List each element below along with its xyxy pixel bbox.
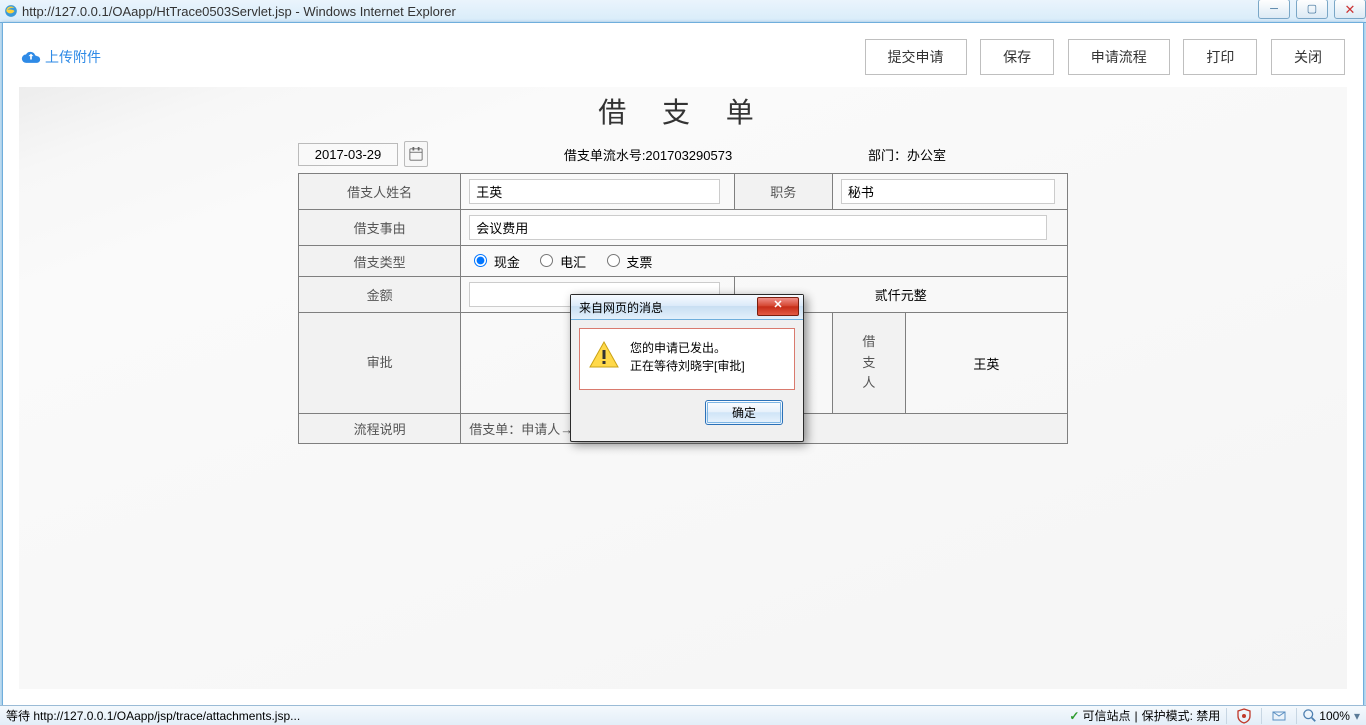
upload-attachment-button[interactable]: 上传附件 [21,47,101,67]
type-label: 借支类型 [299,246,461,277]
message-dialog: 来自网页的消息 ✕ 您的申请已发出。 正在等待刘晓宇[审批] 确定 [570,294,804,442]
calendar-icon [409,147,423,161]
process-button[interactable]: 申请流程 [1068,39,1170,75]
dialog-title-bar[interactable]: 来自网页的消息 ✕ [571,295,803,320]
status-bar: 等待 http://127.0.0.1/OAapp/jsp/trace/atta… [0,705,1366,725]
type-wire-radio[interactable]: 电汇 [535,255,586,270]
maximize-button[interactable]: ▢ [1296,0,1328,19]
print-button[interactable]: 打印 [1183,39,1257,75]
close-button[interactable]: 关闭 [1271,39,1345,75]
cloud-upload-icon [21,49,41,65]
type-check-radio[interactable]: 支票 [602,255,653,270]
minimize-button[interactable]: ─ [1258,0,1290,19]
compat-icon[interactable] [1271,708,1287,724]
zoom-value: 100% [1319,709,1350,723]
calendar-button[interactable] [404,141,428,167]
approve-label: 审批 [299,313,461,414]
reason-input[interactable] [469,215,1047,240]
borrower-value: 王英 [905,313,1067,414]
borrower-label: 借支人 [832,313,905,414]
date-input[interactable]: 2017-03-29 [298,143,398,166]
serial-number: 借支单流水号:201703290573 [428,145,868,164]
zoom-icon [1303,709,1317,723]
dialog-title: 来自网页的消息 [579,299,663,316]
action-buttons: 提交申请 保存 申请流程 打印 关闭 [855,39,1346,75]
name-input[interactable] [469,179,720,204]
upload-label: 上传附件 [45,47,101,67]
browser-title-bar: http://127.0.0.1/OAapp/HtTrace0503Servle… [0,0,1366,23]
position-label: 职务 [734,174,832,210]
window-controls: ─ ▢ ✕ [1252,0,1366,19]
protected-mode: 保护模式: 禁用 [1142,707,1221,724]
type-cash-radio[interactable]: 现金 [469,255,520,270]
submit-button[interactable]: 提交申请 [865,39,967,75]
window-title: http://127.0.0.1/OAapp/HtTrace0503Servle… [22,4,456,19]
department-label: 部门：办公室 [868,145,1068,164]
status-text: 等待 http://127.0.0.1/OAapp/jsp/trace/atta… [6,707,1069,724]
check-icon: ✓ [1069,709,1079,723]
zoom-control[interactable]: 100% ▾ [1303,709,1360,723]
save-button[interactable]: 保存 [980,39,1054,75]
dialog-close-button[interactable]: ✕ [757,297,799,316]
page-title: 借 支 单 [298,91,1068,131]
flow-label: 流程说明 [299,414,461,444]
ie-icon [4,4,18,18]
position-input[interactable] [841,179,1055,204]
trusted-sites: 可信站点 [1082,707,1130,724]
warning-icon [588,339,620,371]
amount-label: 金额 [299,277,461,313]
shield-icon[interactable] [1236,708,1252,724]
reason-label: 借支事由 [299,210,461,246]
window-close-button[interactable]: ✕ [1334,0,1366,19]
dialog-ok-button[interactable]: 确定 [705,400,783,425]
name-label: 借支人姓名 [299,174,461,210]
dialog-message: 您的申请已发出。 正在等待刘晓宇[审批] [630,339,745,375]
page-toolbar: 上传附件 提交申请 保存 申请流程 打印 关闭 [11,31,1355,83]
